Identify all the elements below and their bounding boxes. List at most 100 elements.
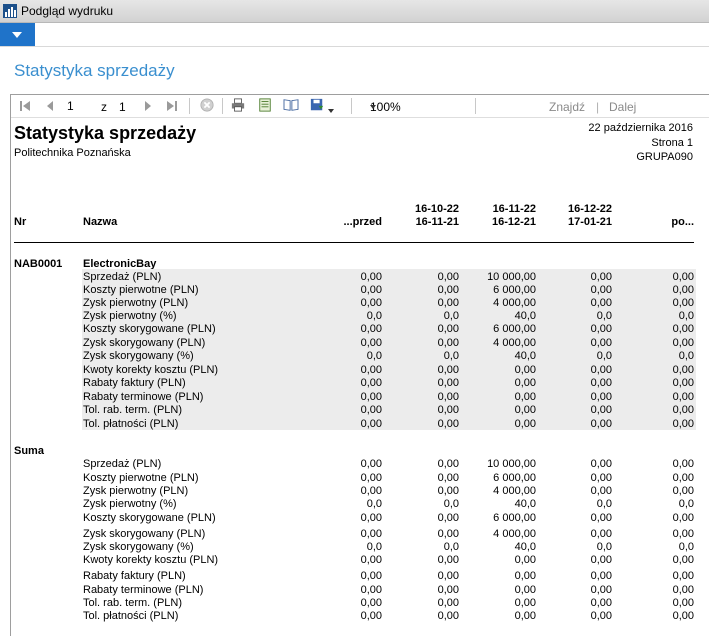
cell: 0,00 — [437, 610, 459, 622]
cell: 0,00 — [590, 391, 612, 403]
table-row: Tol. płatności (PLN) 0,00 0,00 0,00 0,00 0,00 — [0, 610, 709, 623]
cell: 0,0 — [678, 498, 694, 510]
cell: 0,00 — [672, 528, 694, 540]
cell: 10 000,00 — [487, 271, 536, 283]
cell: 0,00 — [590, 377, 612, 389]
toolbar-separator — [189, 98, 190, 114]
row-label: Tol. rab. term. (PLN) — [83, 597, 183, 609]
cell: 4 000,00 — [493, 485, 536, 497]
cell: 0,00 — [672, 472, 694, 484]
toolbar-separator — [475, 98, 476, 114]
cell: 6 000,00 — [493, 472, 536, 484]
row-label: Zysk skorygowany (PLN) — [83, 337, 206, 349]
application-menu-button[interactable] — [0, 23, 35, 46]
row-label: Tol. rab. term. (PLN) — [83, 404, 183, 416]
save-icon[interactable] — [309, 98, 325, 112]
cell: 0,00 — [437, 391, 459, 403]
page-number-input[interactable] — [67, 98, 89, 113]
last-page-icon[interactable] — [166, 99, 178, 113]
cell: 0,00 — [672, 297, 694, 309]
previous-page-icon[interactable] — [45, 99, 55, 113]
cell: 6 000,00 — [493, 512, 536, 524]
cell: 0,00 — [514, 377, 536, 389]
cell: 6 000,00 — [493, 323, 536, 335]
cell: 0,00 — [437, 377, 459, 389]
cell: 6 000,00 — [493, 284, 536, 296]
cell: 0,00 — [514, 597, 536, 609]
row-label: Koszty pierwotne (PLN) — [83, 284, 199, 296]
cell: 0,0 — [443, 498, 459, 510]
print-layout-icon[interactable] — [282, 98, 300, 112]
cell: 40,0 — [514, 498, 536, 510]
cell: 0,00 — [437, 297, 459, 309]
table-row: Zysk pierwotny (PLN) 0,00 0,00 4 000,00 0,00… — [0, 485, 709, 498]
report-page-number: Strona 1 — [651, 137, 693, 149]
table-row: Zysk skorygowany (PLN) 0,00 0,00 4 000,00 0,… — [0, 528, 709, 541]
print-icon[interactable] — [230, 98, 246, 112]
cell: 0,00 — [590, 323, 612, 335]
stop-icon[interactable] — [199, 98, 215, 112]
app-chart-icon — [3, 4, 17, 18]
next-page-icon[interactable] — [143, 99, 153, 113]
row-label: Zysk skorygowany (PLN) — [83, 528, 206, 540]
column-header-period-2-end: 16-12-21 — [491, 216, 536, 228]
cell: 0,00 — [590, 364, 612, 376]
cell: 0,00 — [590, 284, 612, 296]
cell: 0,00 — [360, 297, 382, 309]
column-header-name: Nazwa — [83, 216, 118, 228]
row-label: Zysk pierwotny (%) — [83, 498, 177, 510]
row-label: Zysk pierwotny (%) — [83, 310, 177, 322]
cell: 0,00 — [590, 458, 612, 470]
cell: 0,00 — [514, 404, 536, 416]
table-row: Tol. rab. term. (PLN) 0,00 0,00 0,00 0,00 0,0… — [0, 404, 709, 417]
cell: 0,00 — [360, 377, 382, 389]
cell: 0,00 — [672, 458, 694, 470]
chevron-down-icon — [370, 105, 376, 109]
first-page-icon[interactable] — [19, 99, 31, 113]
cell: 0,00 — [437, 570, 459, 582]
report-toolbar: z 1 100% Znajdź | Dalej — [11, 95, 709, 118]
cell: 0,00 — [360, 391, 382, 403]
cell: 0,00 — [437, 364, 459, 376]
cell: 0,00 — [672, 570, 694, 582]
find-button[interactable]: Znajdź — [549, 100, 585, 114]
row-label: Rabaty faktury (PLN) — [83, 377, 186, 389]
cell: 0,00 — [590, 337, 612, 349]
cell: 0,00 — [590, 512, 612, 524]
table-row: Zysk skorygowany (PLN) 0,00 0,00 4 000,00 0,… — [0, 337, 709, 350]
cell: 0,00 — [360, 512, 382, 524]
cell: 4 000,00 — [493, 337, 536, 349]
column-header-period-1-end: 16-11-21 — [415, 216, 459, 228]
cell: 0,00 — [514, 570, 536, 582]
cell: 0,0 — [596, 350, 612, 362]
cell: 0,00 — [672, 337, 694, 349]
cell: 0,00 — [514, 364, 536, 376]
table-row: Zysk pierwotny (%) 0,0 0,0 40,0 0,0 0,0 — [0, 498, 709, 511]
page-total: 1 — [119, 100, 126, 114]
table-row: Rabaty terminowe (PLN) 0,00 0,00 0,00 0,00 0,… — [0, 391, 709, 404]
cell: 0,00 — [360, 337, 382, 349]
cell: 0,00 — [590, 404, 612, 416]
cell: 0,00 — [590, 485, 612, 497]
row-label: Tol. płatności (PLN) — [83, 418, 179, 430]
table-row: Koszty pierwotne (PLN) 0,00 0,00 6 000,00 0,… — [0, 472, 709, 485]
toolbar-separator — [351, 98, 352, 114]
table-row: Zysk pierwotny (%) 0,0 0,0 40,0 0,0 0,0 — [0, 310, 709, 323]
table-row: Sprzedaż (PLN) 0,00 0,00 10 000,00 0,00 0,00 — [0, 271, 709, 284]
cell: 0,0 — [596, 310, 612, 322]
find-next-button[interactable]: Dalej — [609, 100, 636, 114]
window-titlebar: Podgląd wydruku — [0, 0, 709, 23]
table-row: Rabaty faktury (PLN) 0,00 0,00 0,00 0,00 0,00 — [0, 377, 709, 390]
cell: 0,0 — [678, 541, 694, 553]
row-label: Kwoty korekty kosztu (PLN) — [83, 554, 219, 566]
cell: 0,00 — [590, 610, 612, 622]
page-setup-icon[interactable] — [257, 98, 273, 112]
cell: 0,00 — [360, 485, 382, 497]
table-row: Tol. rab. term. (PLN) 0,00 0,00 0,00 0,00 0,0… — [0, 597, 709, 610]
save-dropdown-icon[interactable] — [328, 104, 334, 118]
column-header-period-2-start: 16-11-22 — [492, 203, 536, 215]
cell: 0,0 — [366, 541, 382, 553]
cell: 0,00 — [360, 554, 382, 566]
report-group: GRUPA090 — [636, 151, 693, 163]
zoom-select[interactable]: 100% — [366, 98, 470, 114]
